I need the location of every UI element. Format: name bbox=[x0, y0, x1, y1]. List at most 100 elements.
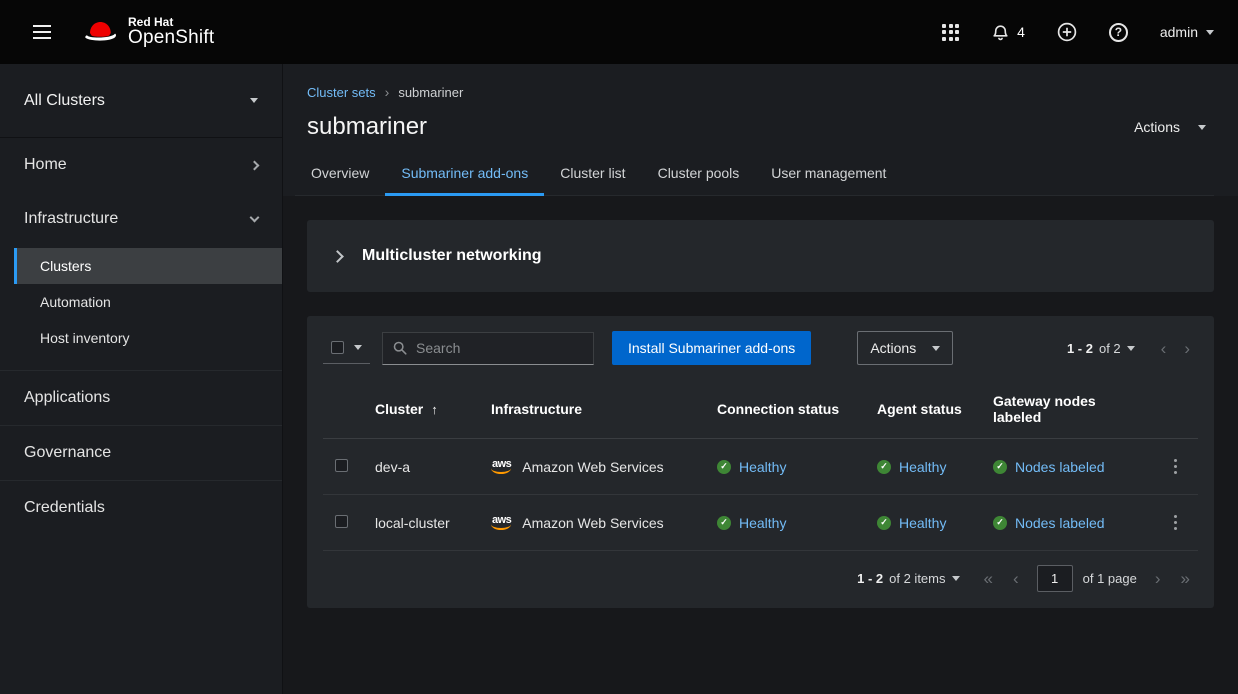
tab-submariner-add-ons[interactable]: Submariner add-ons bbox=[385, 153, 544, 195]
pagination-menu-toggle[interactable]: 1 - 2 of 2 bbox=[1067, 341, 1135, 356]
tab-bar: Overview Submariner add-ons Cluster list… bbox=[295, 153, 1214, 196]
sidebar-item-label: Credentials bbox=[24, 499, 105, 517]
status-label: Nodes labeled bbox=[1015, 515, 1105, 531]
main-content: Cluster sets › submariner submariner Act… bbox=[283, 64, 1238, 694]
caret-down-icon bbox=[1198, 125, 1206, 130]
pagination-first-button[interactable]: « bbox=[976, 570, 1001, 587]
tab-cluster-list[interactable]: Cluster list bbox=[544, 153, 641, 195]
tab-cluster-pools[interactable]: Cluster pools bbox=[642, 153, 756, 195]
user-menu-dropdown[interactable]: admin bbox=[1160, 24, 1214, 40]
expand-chevron-icon[interactable] bbox=[331, 250, 344, 263]
notification-count-badge: 4 bbox=[1017, 24, 1025, 40]
search-input[interactable] bbox=[416, 340, 583, 356]
column-header-agent-status: Agent status bbox=[865, 380, 981, 439]
bottom-pagination: 1 - 2 of 2 items « ‹ of 1 page › » bbox=[307, 551, 1214, 608]
sidebar-item-home[interactable]: Home bbox=[0, 138, 282, 192]
column-header-cluster[interactable]: Cluster ↑ bbox=[375, 401, 467, 417]
gateway-status-link[interactable]: ✓ Nodes labeled bbox=[993, 459, 1140, 475]
search-icon bbox=[393, 341, 407, 355]
infrastructure-subnav: Clusters Automation Host inventory bbox=[14, 248, 282, 356]
sidebar-item-label: Infrastructure bbox=[24, 210, 118, 228]
tab-overview[interactable]: Overview bbox=[295, 153, 385, 195]
infrastructure-label: Amazon Web Services bbox=[522, 515, 663, 531]
sidebar-item-label: Governance bbox=[24, 444, 111, 462]
connection-status-link[interactable]: ✓ Healthy bbox=[717, 459, 853, 475]
pagination-last-button[interactable]: » bbox=[1173, 570, 1198, 587]
caret-down-icon bbox=[250, 98, 258, 103]
row-kebab-menu-button[interactable] bbox=[1164, 455, 1186, 478]
caret-down-icon bbox=[932, 346, 940, 351]
multicluster-networking-card[interactable]: Multicluster networking bbox=[307, 220, 1214, 292]
app-launcher-button[interactable] bbox=[942, 24, 959, 41]
actions-column-header bbox=[1152, 380, 1198, 439]
check-circle-icon: ✓ bbox=[993, 516, 1007, 530]
page-count-label: of 1 page bbox=[1083, 571, 1137, 586]
sidebar-item-credentials[interactable]: Credentials bbox=[0, 480, 282, 535]
pagination-total: of 2 bbox=[1099, 341, 1121, 356]
pagination-nav: « ‹ of 1 page › » bbox=[976, 565, 1199, 592]
brand-logo[interactable]: Red Hat OpenShift bbox=[82, 16, 214, 49]
sidebar-nav: All Clusters Home Infrastructure Cluster… bbox=[0, 64, 283, 694]
sidebar-item-infrastructure[interactable]: Infrastructure bbox=[0, 192, 282, 246]
pagination-prev-button[interactable]: ‹ bbox=[1005, 570, 1027, 587]
column-header-gateway-nodes: Gateway nodes labeled bbox=[981, 380, 1152, 439]
notifications-button[interactable]: 4 bbox=[991, 23, 1025, 42]
table-row: dev-a aws Amazon Web Services ✓ bbox=[323, 439, 1198, 495]
check-circle-icon: ✓ bbox=[877, 516, 891, 530]
aws-icon: aws bbox=[491, 514, 512, 531]
pagination-next-button[interactable]: › bbox=[1147, 570, 1169, 587]
pagination-prev-button[interactable]: ‹ bbox=[1153, 340, 1175, 357]
page-actions-dropdown[interactable]: Actions bbox=[1134, 119, 1206, 135]
table-actions-dropdown[interactable]: Actions bbox=[857, 331, 953, 365]
aws-icon: aws bbox=[491, 458, 512, 475]
connection-status-link[interactable]: ✓ Healthy bbox=[717, 515, 853, 531]
agent-status-link[interactable]: ✓ Healthy bbox=[877, 459, 969, 475]
help-button[interactable]: ? bbox=[1109, 23, 1128, 42]
sidebar-item-label: Applications bbox=[24, 389, 110, 407]
row-checkbox[interactable] bbox=[335, 459, 348, 472]
infrastructure-label: Amazon Web Services bbox=[522, 459, 663, 475]
sort-ascending-icon: ↑ bbox=[431, 402, 438, 417]
install-submariner-button[interactable]: Install Submariner add-ons bbox=[612, 331, 811, 365]
import-button[interactable] bbox=[1057, 22, 1077, 42]
nav-toggle-button[interactable] bbox=[24, 14, 60, 50]
agent-status-link[interactable]: ✓ Healthy bbox=[877, 515, 969, 531]
sidebar-item-host-inventory[interactable]: Host inventory bbox=[14, 320, 282, 356]
current-page-input[interactable] bbox=[1037, 565, 1073, 592]
sidebar-item-governance[interactable]: Governance bbox=[0, 425, 282, 480]
brand-wordmark: Red Hat OpenShift bbox=[128, 16, 214, 49]
check-circle-icon: ✓ bbox=[717, 516, 731, 530]
sidebar-item-clusters[interactable]: Clusters bbox=[14, 248, 282, 284]
perspective-switcher[interactable]: All Clusters bbox=[0, 64, 282, 138]
caret-down-icon bbox=[952, 576, 960, 581]
pagination-menu-toggle[interactable]: 1 - 2 of 2 items bbox=[857, 571, 959, 586]
bulk-select-dropdown[interactable] bbox=[323, 333, 370, 364]
breadcrumb-link-cluster-sets[interactable]: Cluster sets bbox=[307, 85, 376, 100]
plus-circle-icon bbox=[1057, 22, 1077, 42]
page-title: submariner bbox=[307, 113, 427, 141]
search-box bbox=[382, 332, 594, 365]
tab-user-management[interactable]: User management bbox=[755, 153, 902, 195]
addons-table: Cluster ↑ Infrastructure Connection stat… bbox=[307, 380, 1214, 551]
gateway-status-link[interactable]: ✓ Nodes labeled bbox=[993, 515, 1140, 531]
multicluster-networking-title: Multicluster networking bbox=[362, 247, 542, 265]
title-row: submariner Actions bbox=[307, 113, 1214, 141]
page-header: Cluster sets › submariner submariner Act… bbox=[283, 64, 1238, 196]
question-circle-icon: ? bbox=[1109, 23, 1128, 42]
table-toolbar: Install Submariner add-ons Actions 1 - 2… bbox=[307, 316, 1214, 380]
check-circle-icon: ✓ bbox=[993, 460, 1007, 474]
row-kebab-menu-button[interactable] bbox=[1164, 511, 1186, 534]
top-pagination: 1 - 2 of 2 ‹ › bbox=[1067, 340, 1198, 357]
table-row: local-cluster aws Amazon Web Services ✓ bbox=[323, 495, 1198, 551]
select-all-checkbox[interactable] bbox=[331, 341, 344, 354]
status-label: Healthy bbox=[739, 459, 786, 475]
status-label: Healthy bbox=[899, 459, 946, 475]
pagination-next-button[interactable]: › bbox=[1176, 340, 1198, 357]
sidebar-item-automation[interactable]: Automation bbox=[14, 284, 282, 320]
submariner-addons-table-card: Install Submariner add-ons Actions 1 - 2… bbox=[307, 316, 1214, 608]
sidebar-item-applications[interactable]: Applications bbox=[0, 370, 282, 425]
column-label: Cluster bbox=[375, 401, 423, 417]
row-checkbox[interactable] bbox=[335, 515, 348, 528]
pagination-total: of 2 items bbox=[889, 571, 945, 586]
check-circle-icon: ✓ bbox=[717, 460, 731, 474]
